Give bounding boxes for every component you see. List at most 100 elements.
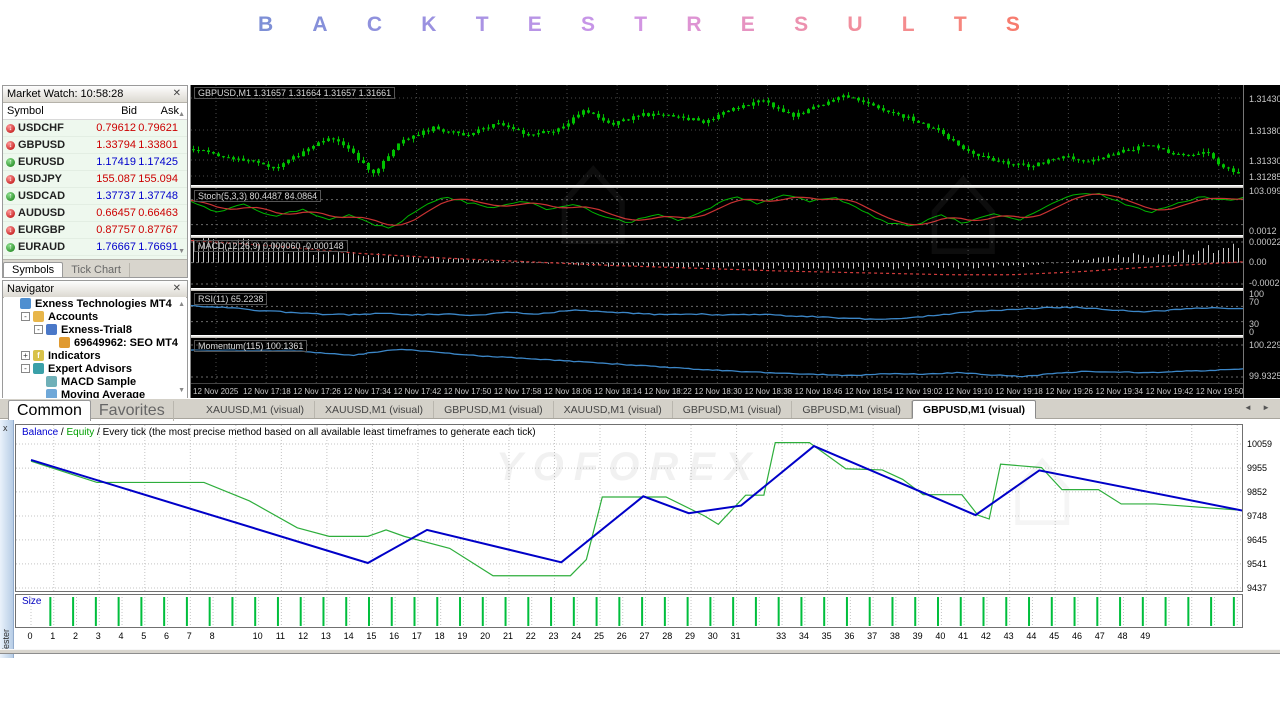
market-watch-tab-tick-chart[interactable]: Tick Chart xyxy=(63,263,130,277)
tree-item[interactable]: + f Indicators xyxy=(4,349,186,362)
graph-x-tick-label: 23 xyxy=(548,631,559,641)
title-letter: T xyxy=(475,13,489,36)
ask-cell: 0.79621 xyxy=(138,122,178,134)
graph-method-desc: / Every tick (the most precise method ba… xyxy=(94,427,536,438)
ask-cell: 1.17425 xyxy=(138,156,178,168)
symbol-cell: ↓ AUDUSD xyxy=(3,205,84,221)
stochastic-chart xyxy=(191,188,1244,235)
navigator-scroll-up-icon[interactable]: ▲ xyxy=(178,301,185,308)
navigator-panel: Navigator ✕ Exness Technologies MT4- Acco… xyxy=(2,280,188,398)
symbol-cell: ↓ USDCHF xyxy=(3,120,84,136)
symbol-cell: ↑ EURAUD xyxy=(3,239,84,255)
table-row[interactable]: ↑ EURUSD 1.17419 1.17425 xyxy=(3,154,187,171)
collapse-icon[interactable]: - xyxy=(21,312,30,321)
price-chart-panel: GBPUSD,M1 1.31657 1.31664 1.31657 1.3166… xyxy=(191,85,1244,185)
graph-x-tick-label: 13 xyxy=(320,631,331,641)
tree-item-label: 69649962: SEO MT4 xyxy=(74,336,178,349)
graph-x-tick-label: 35 xyxy=(821,631,832,641)
experts-icon xyxy=(33,363,44,374)
chart-tab[interactable]: XAUUSD,M1 (visual) xyxy=(554,401,673,418)
tree-item[interactable]: - Expert Advisors xyxy=(4,362,186,375)
time-tick-label: 12 Nov 17:50 xyxy=(443,387,492,396)
tree-item[interactable]: - Accounts xyxy=(4,310,186,323)
table-row[interactable]: ↓ USDCHF 0.79612 0.79621 xyxy=(3,120,187,137)
graph-y-tick-label: 9541 xyxy=(1247,558,1268,569)
tree-item[interactable]: - Exness-Trial8 xyxy=(4,323,186,336)
scale-tick-label: 0 xyxy=(1249,327,1255,337)
chart-tab[interactable]: XAUUSD,M1 (visual) xyxy=(196,401,316,418)
table-row[interactable]: ↓ EURGBP 0.87757 0.87767 xyxy=(3,222,187,239)
tree-item[interactable]: MACD Sample xyxy=(4,375,186,388)
time-tick-label: 12 Nov 17:34 xyxy=(343,387,391,396)
accounts-icon xyxy=(33,311,44,322)
tree-item-label: Exness Technologies MT4 xyxy=(35,297,172,310)
time-tick-label: 12 Nov 19:26 xyxy=(1045,387,1093,396)
column-ask: Ask xyxy=(160,105,179,117)
graph-x-tick-label: 17 xyxy=(411,631,422,641)
navigator-tab-favorites[interactable]: Favorites xyxy=(91,401,174,421)
symbol-cell: ↑ EURUSD xyxy=(3,154,84,170)
expand-icon[interactable]: + xyxy=(21,351,30,360)
chart-tab[interactable]: GBPUSD,M1 (visual) xyxy=(911,400,1037,419)
scale-tick-label: 70 xyxy=(1249,297,1260,307)
time-tick-label: 12 Nov 17:26 xyxy=(293,387,341,396)
momentum-label: Momentum(115) 100.1361 xyxy=(194,340,308,352)
collapse-icon[interactable]: - xyxy=(34,325,43,334)
graph-x-tick-label: 40 xyxy=(935,631,946,641)
equity-legend: Equity xyxy=(66,427,95,438)
title-letter: T xyxy=(953,13,967,36)
tab-scroll-arrows[interactable]: ◄ ► xyxy=(1244,403,1274,412)
title-letter: U xyxy=(847,13,863,36)
navigator-scroll-down-icon[interactable]: ▼ xyxy=(178,387,185,394)
market-watch-close-icon[interactable]: ✕ xyxy=(171,86,183,102)
scroll-down-icon[interactable]: ▼ xyxy=(178,248,185,255)
collapse-icon[interactable]: - xyxy=(21,364,30,373)
graph-y-tick-label: 10059 xyxy=(1247,439,1273,449)
market-watch-tab-symbols[interactable]: Symbols xyxy=(3,262,64,277)
chart-tab-row: XAUUSD,M1 (visual) XAUUSD,M1 (visual) GBPU… xyxy=(196,400,1037,419)
tree-item[interactable]: Moving Average xyxy=(4,388,186,398)
navigator-tab-common[interactable]: Common xyxy=(8,400,91,421)
graph-y-tick-label: 9437 xyxy=(1247,582,1268,593)
scroll-up-icon[interactable]: ▲ xyxy=(178,107,185,123)
title-letter: S xyxy=(581,13,596,36)
title-letter: A xyxy=(312,13,328,36)
graph-x-tick-label: 11 xyxy=(275,631,286,641)
user-icon xyxy=(59,337,70,348)
ask-cell: 0.87767 xyxy=(138,224,178,236)
navigator-close-icon[interactable]: ✕ xyxy=(171,281,183,297)
symbol-cell: ↓ USDJPY xyxy=(3,171,84,187)
chart-tab[interactable]: GBPUSD,M1 (visual) xyxy=(792,401,912,418)
expert-icon xyxy=(46,376,57,387)
navigator-title: Navigator xyxy=(7,283,55,295)
scale-tick-label: -0.00023 xyxy=(1249,278,1280,288)
tree-item[interactable]: Exness Technologies MT4 xyxy=(4,297,186,310)
momentum-panel: Momentum(115) 100.1361 xyxy=(191,338,1244,383)
terminal-icon xyxy=(20,298,31,309)
table-row[interactable]: ↑ EURAUD 1.76667 1.76691 xyxy=(3,239,187,256)
symbol-name: USDCHF xyxy=(18,122,64,134)
arrow-down-icon: ↓ xyxy=(6,123,15,133)
graph-x-tick-label: 0 xyxy=(27,631,33,641)
graph-header: Balance / Equity / Every tick (the most … xyxy=(22,427,536,438)
chart-tab[interactable]: XAUUSD,M1 (visual) xyxy=(315,401,435,418)
tree-item-label: Expert Advisors xyxy=(48,362,132,375)
market-watch-rows: ↓ USDCHF 0.79612 0.79621 ↓ GBPUSD 1.33794 1.338… xyxy=(3,120,187,273)
table-row[interactable]: ↓ GBPUSD 1.33794 1.33801 xyxy=(3,137,187,154)
ask-cell: 0.66463 xyxy=(138,207,178,219)
title-letter: L xyxy=(901,13,915,36)
chart-tab[interactable]: GBPUSD,M1 (visual) xyxy=(673,401,793,418)
tester-close-icon[interactable]: x xyxy=(3,423,8,433)
tree-item[interactable]: 69649962: SEO MT4 xyxy=(4,336,186,349)
function-icon: f xyxy=(33,350,44,361)
macd-chart xyxy=(191,238,1244,288)
title-letter: K xyxy=(421,13,437,36)
navigator-tree: Exness Technologies MT4- Accounts - Exness-… xyxy=(4,297,186,398)
table-row[interactable]: ↓ AUDUSD 0.66457 0.66463 xyxy=(3,205,187,222)
chart-tab[interactable]: GBPUSD,M1 (visual) xyxy=(434,401,554,418)
symbol-name: AUDUSD xyxy=(18,207,66,219)
time-tick-label: 12 Nov 19:42 xyxy=(1145,387,1194,396)
table-row[interactable]: ↓ USDJPY 155.087 155.094 xyxy=(3,171,187,188)
table-row[interactable]: ↑ USDCAD 1.37737 1.37748 xyxy=(3,188,187,205)
title-letter: S xyxy=(794,13,809,36)
